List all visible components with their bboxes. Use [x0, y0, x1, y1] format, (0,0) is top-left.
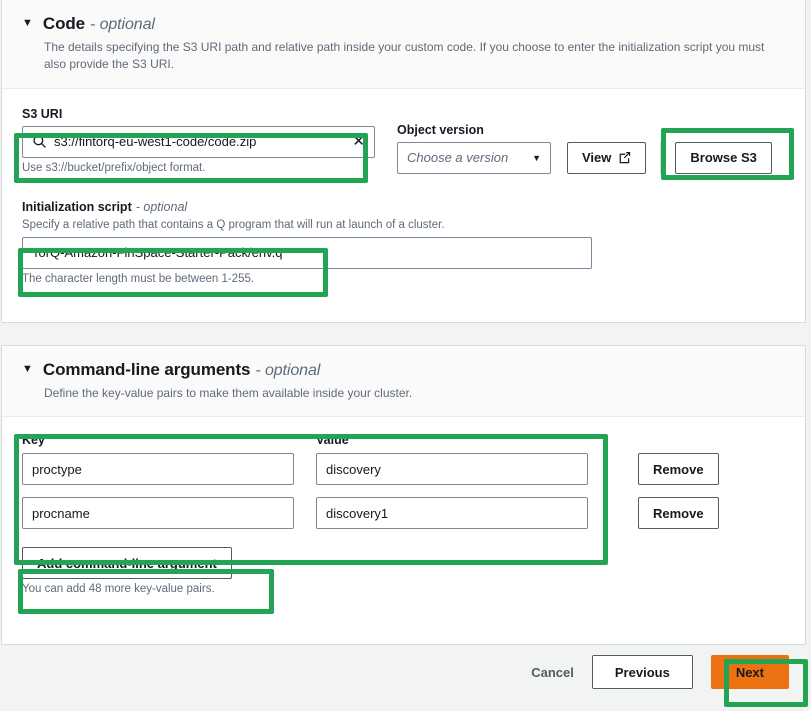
table-row: procname discovery1 Remove [22, 497, 785, 530]
cmdline-section-body: Key Value proctype discovery Remove proc… [2, 417, 805, 611]
add-argument-group: Add command-line argument You can add 48… [22, 547, 785, 595]
object-version-placeholder: Choose a version [407, 150, 509, 166]
kv-value-value: discovery1 [326, 505, 389, 521]
s3-uri-input[interactable]: s3://fintorq-eu-west1-code/code.zip ✕ [22, 125, 375, 158]
kv-key-input[interactable]: proctype [22, 453, 294, 486]
chevron-down-icon: ▼ [532, 152, 541, 163]
init-script-label-text: Initialization script [22, 199, 132, 214]
cmdline-section-card: ▼ Command-line arguments - optional Defin… [1, 345, 806, 645]
view-button[interactable]: View [567, 141, 647, 174]
init-script-hint: The character length must be between 1-2… [22, 272, 255, 285]
kv-key-header: Key [22, 433, 45, 448]
s3-uri-hint: Use s3://bucket/prefix/object format. [22, 161, 206, 174]
view-button-label: View [582, 150, 612, 166]
s3-uri-row: S3 URI s3://fintorq-eu-west1-code/code.z… [22, 107, 785, 174]
cmdline-section-header: ▼ Command-line arguments - optional Defin… [2, 346, 805, 418]
code-section-optional-tag: - optional [90, 16, 155, 33]
s3-uri-value: s3://fintorq-eu-west1-code/code.zip [54, 134, 257, 150]
init-script-input[interactable]: TorQ-Amazon-FinSpace-Starter-Pack/env.q [22, 236, 592, 269]
init-script-value: TorQ-Amazon-FinSpace-Starter-Pack/env.q [32, 245, 283, 261]
kv-value-value: discovery [326, 461, 381, 477]
kv-value-input[interactable]: discovery [316, 453, 588, 486]
browse-s3-button[interactable]: Browse S3 [675, 141, 772, 174]
init-script-label: Initialization script - optional [22, 200, 785, 214]
init-script-description: Specify a relative path that contains a … [22, 218, 445, 231]
kv-key-input[interactable]: procname [22, 497, 294, 530]
wizard-footer: Cancel Previous Next [0, 655, 811, 689]
kv-value-input[interactable]: discovery1 [316, 497, 588, 530]
code-section-body: S3 URI s3://fintorq-eu-west1-code/code.z… [2, 89, 805, 301]
cmdline-section-optional-tag: - optional [255, 362, 321, 379]
cancel-button[interactable]: Cancel [531, 665, 574, 680]
collapse-caret-icon[interactable]: ▼ [22, 18, 33, 29]
code-section-title: Code - optional [43, 14, 155, 34]
button-divider [660, 141, 662, 174]
kv-key-value: proctype [32, 461, 82, 477]
clear-icon[interactable]: ✕ [352, 134, 365, 149]
remove-button[interactable]: Remove [638, 497, 719, 530]
table-row: proctype discovery Remove [22, 453, 785, 486]
init-script-optional-tag: - optional [135, 199, 188, 214]
kv-value-header: Value [316, 433, 349, 448]
kv-column-headers: Key Value [22, 433, 785, 447]
init-script-group: Initialization script - optional Specify … [22, 200, 785, 285]
add-command-line-argument-button[interactable]: Add command-line argument [22, 547, 232, 580]
cmdline-section-description: Define the key-value pairs to make them … [44, 386, 413, 400]
view-button-group: View [567, 141, 647, 174]
code-section-header: ▼ Code - optional The details specifying … [2, 0, 805, 89]
cmdline-section-title-text: Command-line arguments [42, 360, 251, 379]
cmdline-section-title: Command-line arguments - optional [43, 360, 320, 380]
s3-uri-label: S3 URI [22, 106, 63, 121]
object-version-label: Object version [397, 122, 484, 137]
object-version-select[interactable]: Choose a version ▼ [397, 141, 551, 174]
cluster-configuration-page: ▼ Code - optional The details specifying … [0, 0, 811, 711]
browse-s3-group: Browse S3 [675, 141, 772, 174]
collapse-caret-icon[interactable]: ▼ [22, 364, 33, 375]
s3-uri-group: S3 URI s3://fintorq-eu-west1-code/code.z… [22, 107, 375, 174]
object-version-group: Object version Choose a version ▼ [397, 123, 551, 174]
previous-button[interactable]: Previous [591, 655, 693, 689]
remove-button[interactable]: Remove [638, 453, 719, 486]
search-icon [33, 135, 46, 149]
cmdline-hint: You can add 48 more key-value pairs. [22, 583, 215, 596]
external-link-icon [620, 152, 631, 164]
code-section-title-text: Code [42, 14, 85, 33]
next-button[interactable]: Next [710, 655, 789, 689]
code-section-description: The details specifying the S3 URI path a… [44, 40, 765, 72]
kv-key-value: procname [32, 505, 90, 521]
code-section-card: ▼ Code - optional The details specifying … [1, 0, 806, 323]
